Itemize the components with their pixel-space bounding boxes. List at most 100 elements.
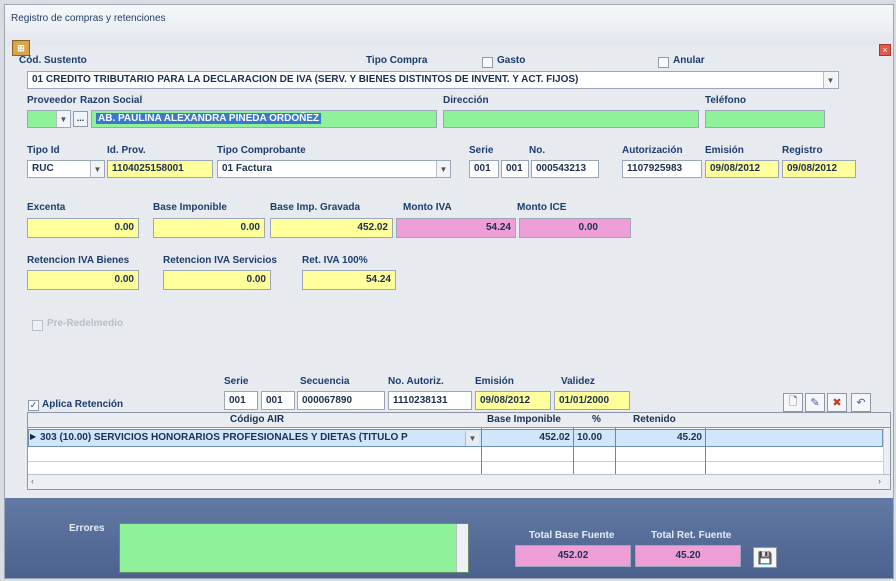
grid-header: Código AIR Base Imponible % Retenido	[28, 413, 890, 428]
save-icon[interactable]: 💾	[753, 547, 777, 568]
grid-divider	[705, 428, 706, 474]
col-retenido[interactable]: Retenido	[633, 414, 676, 425]
ret-iva-bienes-field[interactable]: 0.00	[27, 270, 139, 290]
id-prov-field[interactable]: 1104025158001	[107, 160, 213, 178]
tipo-compra-label: Tipo Compra	[366, 55, 428, 66]
cell-porcentaje[interactable]: 10.00	[574, 430, 616, 446]
footer-panel: Errores Total Base Fuente Total Ret. Fue…	[5, 498, 893, 578]
direccion-label: Dirección	[443, 95, 489, 106]
ret-iva-servicios-field[interactable]: 0.00	[163, 270, 271, 290]
telefono-field[interactable]	[705, 110, 825, 128]
serie-label: Serie	[469, 145, 494, 156]
retenciones-grid: Código AIR Base Imponible % Retenido ▶ 3…	[27, 412, 891, 490]
ret-serie-1-field[interactable]: 001	[224, 391, 258, 410]
col-porcentaje[interactable]: %	[592, 414, 601, 425]
cod-sustento-select[interactable]: 01 CREDITO TRIBUTARIO PARA LA DECLARACIO…	[27, 71, 839, 89]
close-icon[interactable]: ×	[879, 44, 891, 56]
scroll-left-icon[interactable]: ‹	[31, 476, 34, 486]
anular-checkbox[interactable]	[658, 57, 669, 68]
tipo-comprobante-label: Tipo Comprobante	[217, 145, 306, 156]
secuencia-field[interactable]: 000067890	[297, 391, 385, 410]
total-base-field[interactable]: 452.02	[515, 545, 631, 567]
row-pointer-icon: ▶	[30, 432, 37, 441]
aplica-retencion-label: Aplica Retención	[42, 399, 124, 410]
proveedor-label: Proveedor	[27, 95, 77, 106]
serie-1-field[interactable]: 001	[469, 160, 499, 178]
cell-retenido[interactable]: 45.20	[616, 430, 706, 446]
col-base-imponible[interactable]: Base Imponible	[487, 414, 561, 425]
registro-label: Registro	[782, 145, 823, 156]
extra-checkbox[interactable]	[32, 320, 43, 331]
razon-social-label: Razon Social	[80, 95, 143, 106]
ret-iva-bienes-label: Retencion IVA Bienes	[27, 255, 130, 266]
total-ret-label: Total Ret. Fuente	[651, 530, 732, 541]
registro-window: Registro de compras y retenciones ⊞ × Có…	[4, 4, 894, 579]
base-imponible-field[interactable]: 0.00	[153, 218, 265, 238]
window-title: Registro de compras y retenciones	[11, 13, 166, 24]
no-label: No.	[529, 145, 546, 156]
chevron-down-icon[interactable]: ▼	[465, 431, 479, 446]
telefono-label: Teléfono	[705, 95, 746, 106]
aplica-retencion-checkbox[interactable]: ✓	[28, 400, 39, 411]
undo-icon[interactable]: ↶	[851, 393, 871, 412]
edit-record-icon[interactable]: ✎	[805, 393, 825, 412]
gasto-checkbox[interactable]	[482, 57, 493, 68]
no-autoriz-field[interactable]: 1110238131	[388, 391, 472, 410]
chevron-down-icon[interactable]: ▼	[56, 111, 70, 127]
table-row[interactable]: ▶ 303 (10.00) SERVICIOS HONORARIOS PROFE…	[28, 429, 883, 447]
no-autoriz-label: No. Autoriz.	[388, 376, 444, 387]
validez-field[interactable]: 01/01/2000	[554, 391, 630, 410]
registro-field[interactable]: 09/08/2012	[782, 160, 856, 178]
ret-emision-field[interactable]: 09/08/2012	[475, 391, 551, 410]
cell-base-imponible[interactable]: 452.02	[482, 430, 574, 446]
ret-iva-servicios-label: Retencion IVA Servicios	[163, 255, 277, 266]
monto-ice-field[interactable]: 0.00	[519, 218, 631, 238]
tipo-comprobante-value: 01 Factura	[222, 163, 273, 174]
validez-label: Validez	[561, 376, 595, 387]
vertical-scrollbar[interactable]	[883, 428, 890, 474]
col-codigo-air[interactable]: Código AIR	[230, 414, 284, 425]
ret-serie-2-field[interactable]: 001	[261, 391, 295, 410]
tipo-comprobante-select[interactable]: 01 Factura	[217, 160, 451, 178]
chevron-down-icon[interactable]: ▼	[823, 72, 837, 88]
excenta-field[interactable]: 0.00	[27, 218, 139, 238]
direccion-field[interactable]	[443, 110, 699, 128]
ret-iva-100-label: Ret. IVA 100%	[302, 255, 368, 266]
no-field[interactable]: 000543213	[531, 160, 599, 178]
ret-iva-100-field[interactable]: 54.24	[302, 270, 396, 290]
id-prov-label: Id. Prov.	[107, 145, 146, 156]
razon-social-value: AB. PAULINA ALEXANDRA PINEDA ORDOÑEZ	[96, 113, 322, 124]
excenta-label: Excenta	[27, 202, 66, 213]
lookup-proveedor-button[interactable]: ...	[73, 111, 88, 127]
cell-codigo-air[interactable]: 303 (10.00) SERVICIOS HONORARIOS PROFESI…	[37, 430, 482, 446]
anular-label: Anular	[673, 55, 705, 66]
base-imponible-label: Base Imponible	[153, 202, 227, 213]
app-icon: ⊞	[12, 40, 30, 56]
scroll-right-icon[interactable]: ›	[878, 476, 881, 486]
chevron-down-icon[interactable]: ▼	[436, 161, 450, 177]
cod-sustento-label: Cód. Sustento	[19, 55, 87, 66]
razon-social-field[interactable]: AB. PAULINA ALEXANDRA PINEDA ORDOÑEZ	[91, 110, 437, 128]
base-gravada-label: Base Imp. Gravada	[270, 202, 361, 213]
ret-serie-label: Serie	[224, 376, 249, 387]
total-ret-field[interactable]: 45.20	[635, 545, 741, 567]
tipo-id-label: Tipo Id	[27, 145, 60, 156]
delete-record-icon[interactable]: ✖	[827, 393, 847, 412]
ret-emision-label: Emisión	[475, 376, 514, 387]
total-base-label: Total Base Fuente	[529, 530, 615, 541]
horizontal-scrollbar[interactable]: ‹ ›	[28, 474, 890, 489]
errores-label: Errores	[69, 523, 105, 534]
new-document-icon[interactable]: 🗋	[783, 393, 803, 412]
serie-2-field[interactable]: 001	[501, 160, 529, 178]
monto-iva-field[interactable]: 54.24	[396, 218, 516, 238]
base-gravada-field[interactable]: 452.02	[270, 218, 393, 238]
grid-divider	[481, 428, 482, 474]
monto-iva-label: Monto IVA	[403, 202, 452, 213]
errores-textarea[interactable]	[119, 523, 469, 573]
errores-scrollbar[interactable]	[456, 524, 468, 572]
emision-field[interactable]: 09/08/2012	[705, 160, 779, 178]
grid-divider	[615, 428, 616, 474]
autorizacion-field[interactable]: 1107925983	[622, 160, 702, 178]
chevron-down-icon[interactable]: ▼	[90, 161, 104, 177]
title-bar	[5, 5, 893, 45]
